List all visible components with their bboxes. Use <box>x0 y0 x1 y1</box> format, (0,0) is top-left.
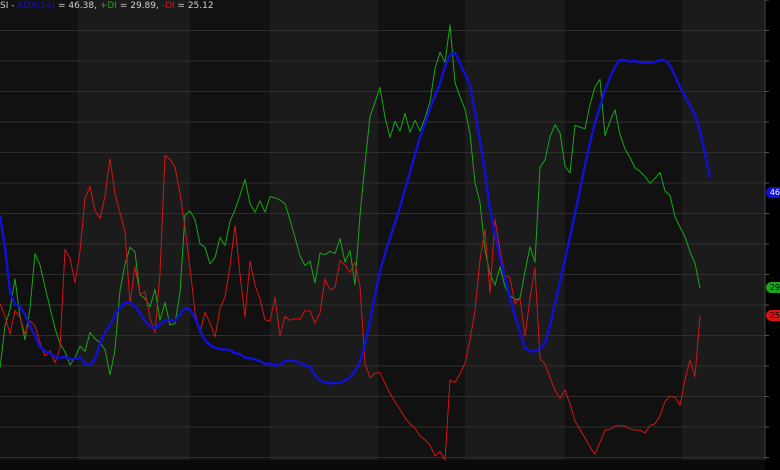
legend-symbol-prefix: SI - <box>0 1 18 11</box>
legend-pdi-label: +DI <box>99 1 117 11</box>
period-band <box>78 0 190 460</box>
legend-mdi-label: -DI <box>161 1 175 11</box>
indicator-legend: SI - ADX(14) = 46.38, +DI = 29.89, -DI =… <box>0 1 214 12</box>
legend-mdi-value: = 25.12 <box>174 1 214 11</box>
pdi-axis-tag: 29 <box>765 282 780 293</box>
period-band <box>190 0 270 460</box>
legend-adx-label: ADX(14) <box>17 1 56 11</box>
period-band <box>682 0 765 460</box>
adx-axis-tag: 46 <box>765 187 780 198</box>
date-axis-strip <box>0 460 765 470</box>
mdi-axis-tag: 25 <box>765 310 780 321</box>
period-band <box>465 0 565 460</box>
period-band <box>0 0 78 460</box>
period-band <box>270 0 378 460</box>
adx-chart[interactable] <box>0 0 780 470</box>
period-band <box>378 0 465 460</box>
period-band <box>565 0 682 460</box>
legend-pdi-value: = 29.89, <box>116 1 162 11</box>
legend-adx-value: = 46.38, <box>55 1 100 11</box>
